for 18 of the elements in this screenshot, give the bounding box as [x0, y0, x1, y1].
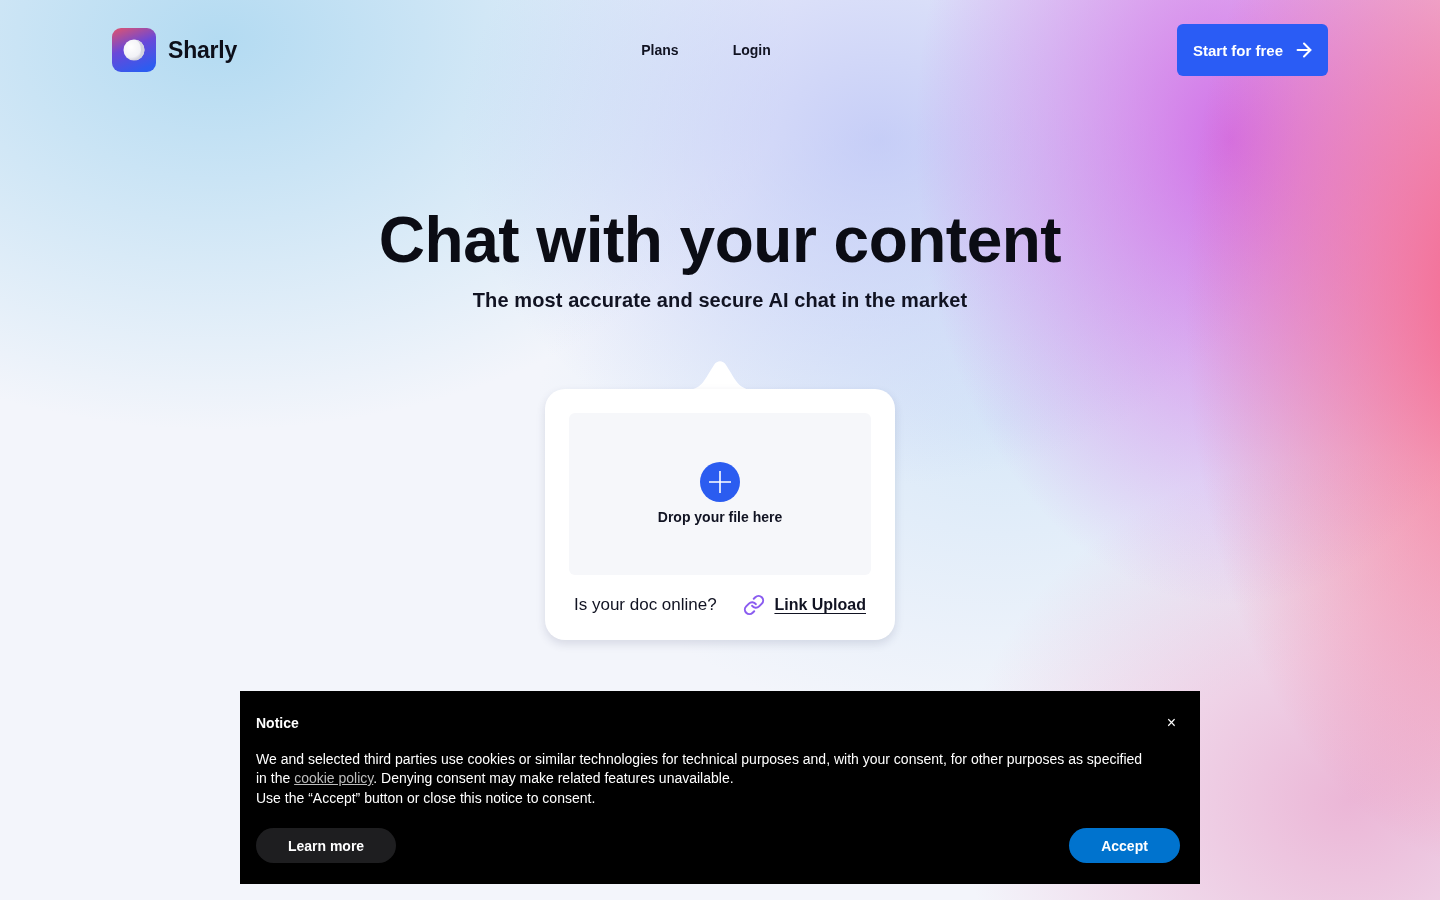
start-button[interactable]: Start for free — [1176, 24, 1328, 76]
plus-icon — [700, 462, 740, 502]
nav-link[interactable]: Plans — [641, 42, 679, 58]
file-dropzone[interactable]: Drop your file here — [569, 413, 871, 575]
learn-more-button[interactable]: Learn more — [256, 828, 396, 863]
consent-text: Use the “Accept” button or close this notice to consent. — [256, 788, 597, 808]
logo-icon — [112, 28, 156, 72]
brand-name: Sharly — [168, 36, 238, 64]
close-button[interactable]: × — [1162, 714, 1180, 731]
hero-title: Chat with your content — [378, 205, 1062, 275]
link-icon — [743, 594, 766, 616]
accept-button[interactable]: Accept — [1069, 828, 1180, 863]
nav-link[interactable]: Login — [732, 42, 771, 58]
online-prompt: Is your doc online? — [574, 595, 717, 615]
notice-title: Notice — [256, 713, 299, 733]
notice-text: We and selected third parties use cookies or similar technologies for technical purposes and, with your consent, for other purposes as specified in the cookie policy. Denying consent may make related features unavailable. — [256, 749, 1144, 788]
hero-subtitle: The most accurate and secure AI chat in the market — [472, 288, 968, 313]
link-upload-link[interactable]: Link Upload — [774, 596, 866, 614]
